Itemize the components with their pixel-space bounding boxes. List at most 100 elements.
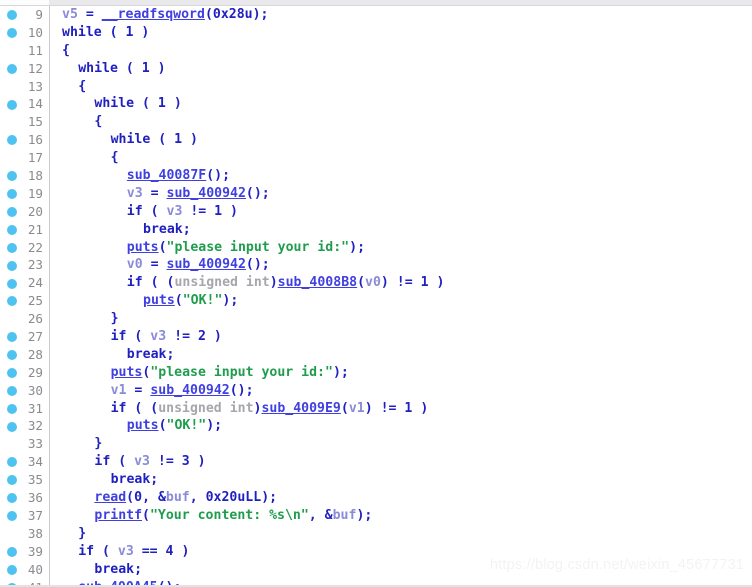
line-gutter[interactable]: 29 [0,363,49,382]
line-code[interactable]: } [50,310,119,328]
code-line[interactable]: 13 { [0,77,752,96]
line-code[interactable]: while ( 1 ) [50,60,165,78]
breakpoint-dot-icon[interactable] [7,546,17,557]
code-line[interactable]: 29 puts("please input your id:"); [0,363,752,382]
line-code[interactable]: { [50,113,102,131]
code-line[interactable]: 25 puts("OK!"); [0,292,752,311]
line-code[interactable]: } [50,435,102,453]
breakpoint-dot-icon[interactable] [7,564,17,575]
line-gutter[interactable]: 25 [0,292,49,311]
line-code[interactable]: if ( v3 != 1 ) [50,203,238,221]
line-code[interactable]: read(0, &buf, 0x20uLL); [50,489,277,507]
line-gutter[interactable]: 13 [0,77,49,96]
code-line[interactable]: 35 break; [0,471,752,490]
code-line[interactable]: 10 while ( 1 ) [0,23,752,42]
code-line[interactable]: 17 { [0,149,752,168]
line-code[interactable]: while ( 1 ) [50,131,198,149]
line-code[interactable]: v0 = sub_400942(); [50,256,270,274]
code-line[interactable]: 18 sub_40087F(); [0,167,752,185]
breakpoint-dot-icon[interactable] [7,385,17,396]
code-line[interactable]: 16 while ( 1 ) [0,131,752,150]
line-gutter[interactable]: 31 [0,399,49,418]
line-code[interactable]: puts("please input your id:"); [50,239,365,257]
line-gutter[interactable]: 18 [0,167,49,185]
line-code[interactable]: if ( (unsigned int)sub_4009E9(v1) != 1 ) [50,400,429,418]
breakpoint-dot-icon[interactable] [7,278,17,289]
line-gutter[interactable]: 30 [0,381,49,400]
code-line[interactable]: 23 v0 = sub_400942(); [0,256,752,275]
breakpoint-dot-icon[interactable] [7,224,17,235]
line-gutter[interactable]: 11 [0,41,49,60]
line-gutter[interactable]: 20 [0,202,49,221]
line-gutter[interactable]: 33 [0,435,49,454]
code-listing[interactable]: 9 v5 = __readfsqword(0x28u); 10 while ( 1 )… [0,6,752,585]
line-gutter[interactable]: 27 [0,328,49,346]
breakpoint-dot-icon[interactable] [7,10,17,21]
line-code[interactable]: if ( v3 == 4 ) [50,543,189,561]
line-gutter[interactable]: 38 [0,524,49,543]
line-gutter[interactable]: 34 [0,453,49,472]
line-gutter[interactable]: 24 [0,274,49,293]
line-gutter[interactable]: 10 [0,23,49,42]
line-code[interactable]: } [50,525,86,543]
code-line[interactable]: 11 { [0,41,752,60]
code-line[interactable]: 19 v3 = sub_400942(); [0,184,752,203]
line-gutter[interactable]: 12 [0,59,49,78]
breakpoint-dot-icon[interactable] [7,99,17,110]
line-code[interactable]: { [50,42,70,60]
code-line[interactable]: 26} [0,310,752,329]
line-gutter[interactable]: 35 [0,471,49,490]
breakpoint-dot-icon[interactable] [7,457,17,468]
line-gutter[interactable]: 17 [0,149,49,168]
line-code[interactable]: break; [50,221,191,239]
line-code[interactable]: { [50,78,86,96]
code-line[interactable]: 12 while ( 1 ) [0,59,752,78]
line-gutter[interactable]: 21 [0,220,49,239]
code-line[interactable]: 9 v5 = __readfsqword(0x28u); [0,6,752,24]
breakpoint-dot-icon[interactable] [7,28,17,39]
line-code[interactable]: { [50,149,119,167]
breakpoint-dot-icon[interactable] [7,475,17,486]
line-code[interactable]: sub_40087F(); [50,167,230,185]
code-line[interactable]: 24 if ( (unsigned int)sub_4008B8(v0) != 1… [0,274,752,293]
breakpoint-dot-icon[interactable] [7,296,17,307]
line-gutter[interactable]: 14 [0,95,49,114]
breakpoint-dot-icon[interactable] [7,206,17,217]
breakpoint-dot-icon[interactable] [7,332,17,343]
breakpoint-dot-icon[interactable] [7,242,17,253]
line-gutter[interactable]: 15 [0,113,49,132]
line-code[interactable]: while ( 1 ) [50,24,149,42]
code-line[interactable]: 32 puts("OK!"); [0,417,752,436]
code-line[interactable]: 15 { [0,113,752,132]
line-code[interactable]: break; [50,561,142,579]
line-gutter[interactable]: 39 [0,542,49,561]
line-gutter[interactable]: 9 [0,6,49,24]
code-line[interactable]: 33} [0,435,752,454]
code-line[interactable]: 20 if ( v3 != 1 ) [0,202,752,221]
line-code[interactable]: v1 = sub_400942(); [50,382,254,400]
line-code[interactable]: puts("please input your id:"); [50,364,349,382]
line-gutter[interactable]: 26 [0,310,49,329]
breakpoint-dot-icon[interactable] [7,350,17,361]
line-code[interactable]: v5 = __readfsqword(0x28u); [50,6,268,24]
line-code[interactable]: while ( 1 ) [50,95,181,113]
code-line[interactable]: 38} [0,524,752,543]
code-line[interactable]: 21 break; [0,220,752,239]
line-code[interactable]: printf("Your content: %s\n", &buf); [50,507,372,525]
line-gutter[interactable]: 40 [0,560,49,579]
line-code[interactable]: puts("OK!"); [50,292,238,310]
line-code[interactable]: break; [50,346,175,364]
code-line[interactable]: 28 break; [0,345,752,364]
breakpoint-dot-icon[interactable] [7,135,17,146]
code-line[interactable]: 22 puts("please input your id:"); [0,238,752,257]
line-code[interactable]: v3 = sub_400942(); [50,185,270,203]
breakpoint-dot-icon[interactable] [7,493,17,504]
line-code[interactable]: if ( (unsigned int)sub_4008B8(v0) != 1 ) [50,274,445,292]
breakpoint-dot-icon[interactable] [7,189,17,200]
code-line[interactable]: 37 printf("Your content: %s\n", &buf); [0,506,752,525]
line-code[interactable]: puts("OK!"); [50,417,222,435]
breakpoint-dot-icon[interactable] [7,511,17,522]
line-gutter[interactable]: 36 [0,489,49,507]
code-line[interactable]: 30 v1 = sub_400942(); [0,381,752,400]
line-gutter[interactable]: 37 [0,506,49,525]
